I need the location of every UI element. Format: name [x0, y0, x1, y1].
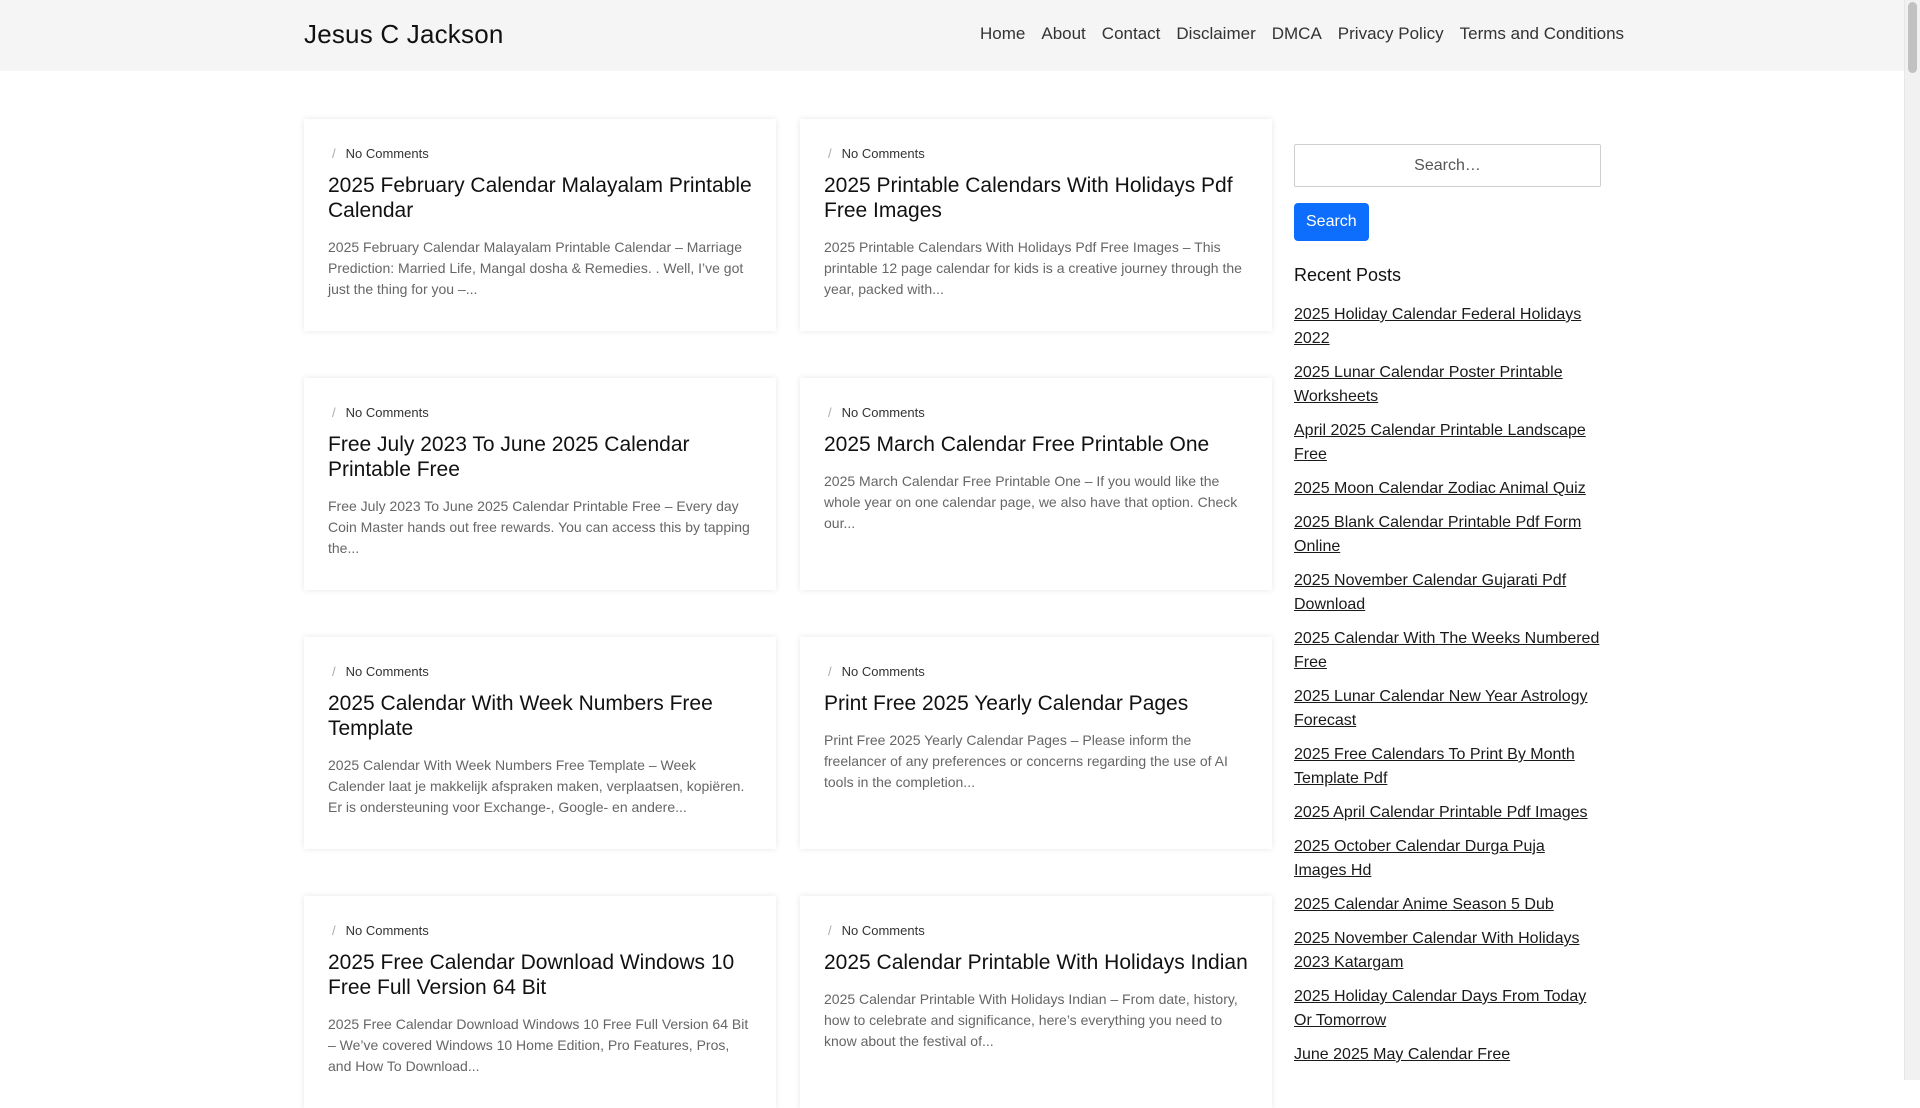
post-title[interactable]: Print Free 2025 Yearly Calendar Pages [824, 691, 1248, 716]
site-title[interactable]: Jesus C Jackson [304, 19, 504, 50]
list-item: 2025 Lunar Calendar New Year Astrology F… [1294, 685, 1601, 733]
post-title[interactable]: 2025 Calendar With Week Numbers Free Tem… [328, 691, 752, 741]
post-title[interactable]: 2025 March Calendar Free Printable One [824, 432, 1248, 457]
nav-about[interactable]: About [1041, 24, 1085, 44]
recent-post-link[interactable]: 2025 Free Calendars To Print By Month Te… [1294, 746, 1575, 787]
post-grid: / No Comments 2025 February Calendar Mala… [304, 119, 1272, 1108]
recent-post-link[interactable]: 2025 Holiday Calendar Federal Holidays 2… [1294, 306, 1581, 347]
recent-post-link[interactable]: April 2025 Calendar Printable Landscape … [1294, 422, 1586, 463]
post-meta: / No Comments [824, 661, 1248, 681]
post-excerpt: 2025 Calendar Printable With Holidays In… [824, 991, 1238, 1049]
list-item: 2025 Blank Calendar Printable Pdf Form O… [1294, 511, 1601, 559]
list-item: 2025 Holiday Calendar Federal Holidays 2… [1294, 303, 1601, 351]
recent-posts-heading: Recent Posts [1294, 265, 1402, 285]
site-header: Jesus C Jackson Home About Contact Discl… [0, 0, 1905, 71]
recent-post-link[interactable]: 2025 Lunar Calendar New Year Astrology F… [1294, 688, 1588, 729]
post-meta: / No Comments [328, 402, 752, 422]
recent-post-link[interactable]: 2025 November Calendar With Holidays 202… [1294, 930, 1579, 971]
search-input[interactable] [1294, 144, 1601, 187]
meta-separator: / [332, 404, 336, 420]
comments-link[interactable]: No Comments [842, 146, 925, 161]
page-scrollbar[interactable] [1904, 0, 1920, 1080]
post-card: / No Comments Free July 2023 To June 2025… [304, 378, 776, 590]
post-excerpt: 2025 Free Calendar Download Windows 10 F… [328, 1016, 749, 1074]
nav-privacy-policy[interactable]: Privacy Policy [1338, 24, 1444, 44]
meta-separator: / [828, 663, 832, 679]
comments-link[interactable]: No Comments [842, 664, 925, 679]
recent-post-link[interactable]: 2025 April Calendar Printable Pdf Images [1294, 804, 1588, 821]
nav-terms-and-conditions[interactable]: Terms and Conditions [1460, 24, 1624, 44]
comments-link[interactable]: No Comments [346, 146, 429, 161]
comments-link[interactable]: No Comments [842, 923, 925, 938]
recent-post-link[interactable]: 2025 Blank Calendar Printable Pdf Form O… [1294, 514, 1581, 555]
recent-post-link[interactable]: 2025 Calendar Anime Season 5 Dub [1294, 896, 1554, 913]
list-item: April 2025 Calendar Printable Landscape … [1294, 419, 1601, 467]
meta-separator: / [828, 145, 832, 161]
post-meta: / No Comments [328, 920, 752, 940]
list-item: 2025 October Calendar Durga Puja Images … [1294, 835, 1601, 883]
list-item: 2025 November Calendar Gujarati Pdf Down… [1294, 569, 1601, 617]
meta-separator: / [332, 922, 336, 938]
nav-home[interactable]: Home [980, 24, 1025, 44]
scrollbar-thumb[interactable] [1908, 2, 1917, 73]
recent-post-link[interactable]: 2025 Calendar With The Weeks Numbered Fr… [1294, 630, 1599, 671]
search-button[interactable]: Search [1294, 203, 1369, 241]
post-meta: / No Comments [328, 143, 752, 163]
recent-post-link[interactable]: 2025 October Calendar Durga Puja Images … [1294, 838, 1545, 879]
comments-link[interactable]: No Comments [346, 405, 429, 420]
post-excerpt: 2025 March Calendar Free Printable One –… [824, 473, 1238, 531]
post-meta: / No Comments [824, 402, 1248, 422]
post-card: / No Comments 2025 Calendar Printable Wit… [800, 896, 1272, 1108]
list-item: June 2025 May Calendar Free [1294, 1043, 1601, 1067]
post-title[interactable]: 2025 February Calendar Malayalam Printab… [328, 173, 752, 223]
sidebar: Search Recent Posts 2025 Holiday Calenda… [1294, 144, 1601, 1077]
post-card: / No Comments 2025 March Calendar Free Pr… [800, 378, 1272, 590]
post-excerpt: 2025 Printable Calendars With Holidays P… [824, 239, 1242, 297]
post-excerpt: 2025 February Calendar Malayalam Printab… [328, 239, 744, 297]
post-meta: / No Comments [824, 920, 1248, 940]
comments-link[interactable]: No Comments [842, 405, 925, 420]
comments-link[interactable]: No Comments [346, 664, 429, 679]
nav-disclaimer[interactable]: Disclaimer [1176, 24, 1255, 44]
list-item: 2025 Calendar With The Weeks Numbered Fr… [1294, 627, 1601, 675]
post-excerpt: Print Free 2025 Yearly Calendar Pages – … [824, 732, 1228, 790]
recent-post-link[interactable]: 2025 Lunar Calendar Poster Printable Wor… [1294, 364, 1563, 405]
post-excerpt: 2025 Calendar With Week Numbers Free Tem… [328, 757, 745, 815]
recent-post-link[interactable]: 2025 November Calendar Gujarati Pdf Down… [1294, 572, 1566, 613]
meta-separator: / [828, 404, 832, 420]
list-item: 2025 Lunar Calendar Poster Printable Wor… [1294, 361, 1601, 409]
post-card: / No Comments 2025 Printable Calendars Wi… [800, 119, 1272, 331]
post-card: / No Comments 2025 Free Calendar Download… [304, 896, 776, 1108]
recent-posts-list: 2025 Holiday Calendar Federal Holidays 2… [1294, 303, 1601, 1067]
post-meta: / No Comments [328, 661, 752, 681]
meta-separator: / [332, 145, 336, 161]
nav-dmca[interactable]: DMCA [1272, 24, 1322, 44]
meta-separator: / [332, 663, 336, 679]
post-card: / No Comments 2025 February Calendar Mala… [304, 119, 776, 331]
list-item: 2025 Moon Calendar Zodiac Animal Quiz [1294, 477, 1601, 501]
recent-post-link[interactable]: June 2025 May Calendar Free [1294, 1046, 1510, 1063]
post-title[interactable]: 2025 Calendar Printable With Holidays In… [824, 950, 1248, 975]
recent-post-link[interactable]: 2025 Holiday Calendar Days From Today Or… [1294, 988, 1586, 1029]
post-title[interactable]: 2025 Free Calendar Download Windows 10 F… [328, 950, 752, 1000]
post-title[interactable]: 2025 Printable Calendars With Holidays P… [824, 173, 1248, 223]
meta-separator: / [828, 922, 832, 938]
post-meta: / No Comments [824, 143, 1248, 163]
post-excerpt: Free July 2023 To June 2025 Calendar Pri… [328, 498, 750, 556]
post-card: / No Comments 2025 Calendar With Week Num… [304, 637, 776, 849]
post-title[interactable]: Free July 2023 To June 2025 Calendar Pri… [328, 432, 752, 482]
comments-link[interactable]: No Comments [346, 923, 429, 938]
list-item: 2025 Holiday Calendar Days From Today Or… [1294, 985, 1601, 1033]
main-nav: Home About Contact Disclaimer DMCA Priva… [980, 24, 1624, 44]
post-card: / No Comments Print Free 2025 Yearly Cale… [800, 637, 1272, 849]
list-item: 2025 Calendar Anime Season 5 Dub [1294, 893, 1601, 917]
list-item: 2025 November Calendar With Holidays 202… [1294, 927, 1601, 975]
nav-contact[interactable]: Contact [1102, 24, 1161, 44]
list-item: 2025 Free Calendars To Print By Month Te… [1294, 743, 1601, 791]
list-item: 2025 April Calendar Printable Pdf Images [1294, 801, 1601, 825]
recent-post-link[interactable]: 2025 Moon Calendar Zodiac Animal Quiz [1294, 480, 1586, 497]
